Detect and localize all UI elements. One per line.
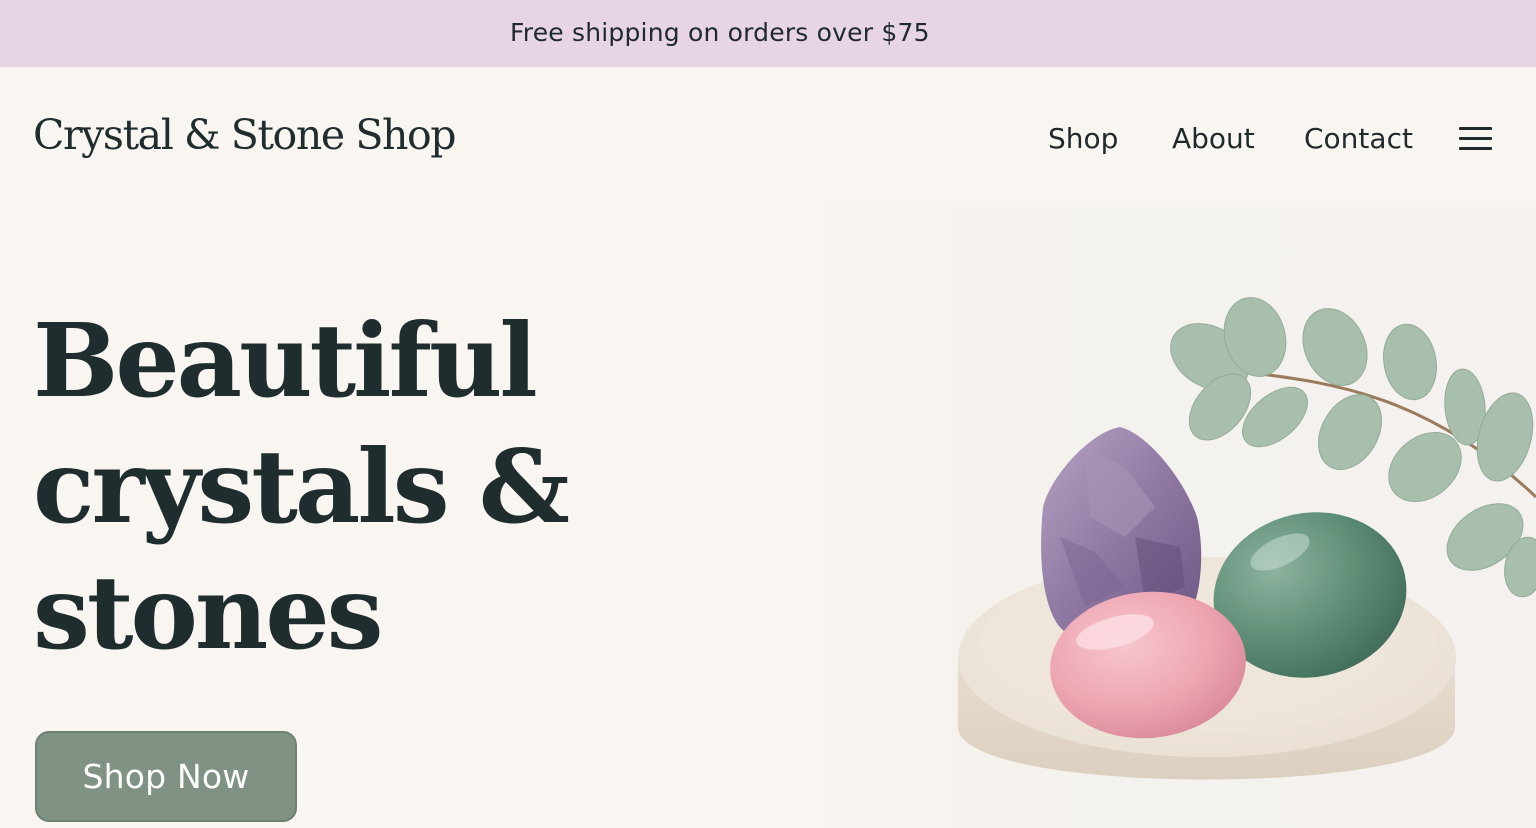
promo-text: Free shipping on orders over $75 [510, 18, 930, 47]
hero-title-line: stones [33, 553, 383, 672]
hero-title: Beautiful crystals & stones [33, 298, 570, 676]
shop-now-button[interactable]: Shop Now [35, 731, 297, 822]
hero-title-line: Beautiful [33, 301, 538, 420]
hero-title-line: crystals & [33, 427, 570, 546]
nav-link-shop[interactable]: Shop [1048, 122, 1118, 155]
hamburger-menu-icon[interactable] [1459, 125, 1492, 153]
nav-link-about[interactable]: About [1172, 122, 1255, 155]
hero-image [825, 207, 1536, 828]
site-logo[interactable]: Crystal & Stone Shop [33, 111, 457, 159]
nav-link-contact[interactable]: Contact [1304, 122, 1413, 155]
promo-bar: Free shipping on orders over $75 [0, 0, 1536, 67]
site-header: Crystal & Stone Shop Shop About Contact [0, 67, 1536, 207]
